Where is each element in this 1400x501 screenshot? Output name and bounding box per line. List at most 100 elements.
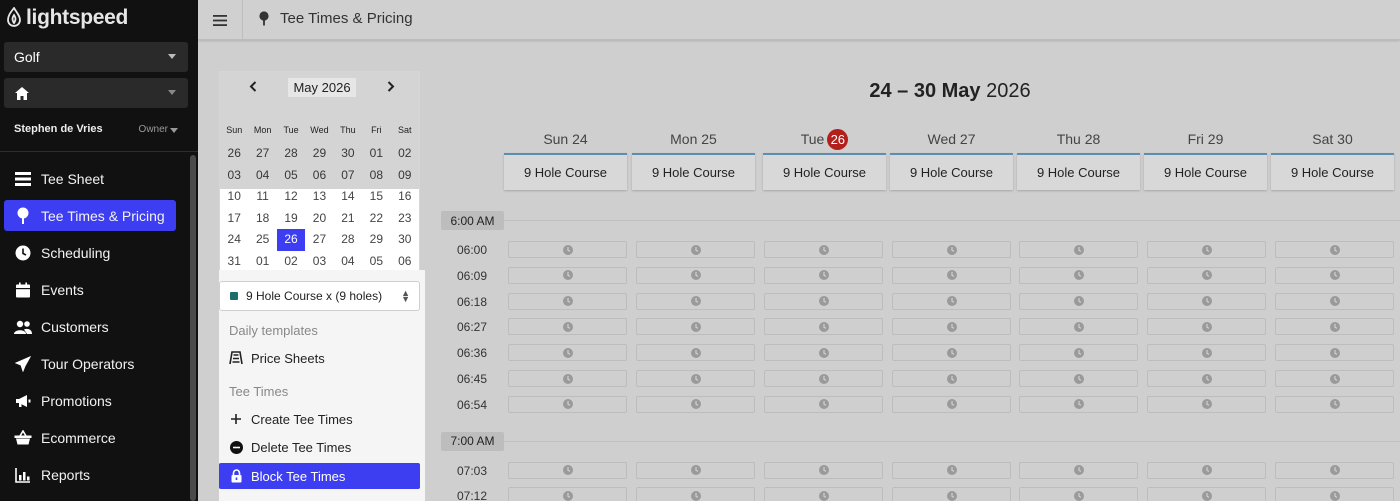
tee-time-slot[interactable] bbox=[1019, 318, 1138, 336]
tee-time-slot[interactable] bbox=[1147, 266, 1266, 284]
tee-time-slot[interactable] bbox=[1147, 292, 1266, 310]
tee-time-slot[interactable] bbox=[892, 318, 1011, 336]
tee-time-slot[interactable] bbox=[764, 292, 883, 310]
calendar-day[interactable]: 23 bbox=[391, 208, 419, 230]
calendar-day[interactable]: 29 bbox=[305, 143, 333, 165]
tee-time-slot[interactable] bbox=[1275, 292, 1394, 310]
tee-time-slot[interactable] bbox=[1275, 370, 1394, 387]
course-tab[interactable]: 9 Hole Course bbox=[504, 153, 627, 190]
calendar-day[interactable]: 19 bbox=[277, 208, 305, 230]
location-select[interactable] bbox=[4, 78, 188, 108]
sidebar-item-reports[interactable]: Reports bbox=[4, 459, 176, 490]
calendar-day-selected[interactable]: 26 bbox=[276, 229, 306, 251]
tee-time-slot[interactable] bbox=[508, 395, 627, 413]
tee-time-slot[interactable] bbox=[764, 487, 883, 501]
calendar-day[interactable]: 12 bbox=[277, 186, 305, 208]
tee-time-slot[interactable] bbox=[636, 318, 755, 336]
tee-time-slot[interactable] bbox=[508, 266, 627, 284]
venue-select[interactable]: Golf bbox=[4, 42, 188, 72]
sidebar-item-events[interactable]: Events bbox=[4, 274, 176, 305]
tee-time-slot[interactable] bbox=[1019, 370, 1138, 387]
tee-time-slot[interactable] bbox=[636, 266, 755, 284]
tee-time-slot[interactable] bbox=[636, 461, 755, 479]
tee-time-slot[interactable] bbox=[892, 395, 1011, 413]
user-menu[interactable]: Stephen de Vries Owner bbox=[14, 123, 184, 135]
tee-time-slot[interactable] bbox=[892, 292, 1011, 310]
course-tab[interactable]: 9 Hole Course bbox=[1017, 153, 1140, 190]
calendar-day[interactable]: 25 bbox=[248, 229, 276, 251]
tee-time-slot[interactable] bbox=[636, 370, 755, 387]
calendar-day[interactable]: 18 bbox=[248, 208, 276, 230]
tee-time-slot[interactable] bbox=[1019, 292, 1138, 310]
tee-time-slot[interactable] bbox=[892, 370, 1011, 387]
calendar-day[interactable]: 14 bbox=[334, 186, 362, 208]
calendar-day[interactable]: 27 bbox=[305, 229, 333, 251]
tee-time-slot[interactable] bbox=[636, 292, 755, 310]
tee-time-slot[interactable] bbox=[892, 461, 1011, 479]
next-month-button[interactable] bbox=[380, 76, 402, 96]
tee-time-slot[interactable] bbox=[764, 370, 883, 387]
tee-time-slot[interactable] bbox=[508, 241, 627, 258]
calendar-day[interactable]: 21 bbox=[334, 208, 362, 230]
create-tee-times-button[interactable]: Create Tee Times bbox=[219, 406, 420, 432]
sidebar-item-tee-times-pricing[interactable]: Tee Times & Pricing bbox=[4, 200, 176, 231]
calendar-day[interactable]: 28 bbox=[334, 229, 362, 251]
calendar-day[interactable]: 11 bbox=[248, 186, 276, 208]
tee-time-slot[interactable] bbox=[892, 487, 1011, 501]
calendar-day[interactable]: 01 bbox=[362, 143, 390, 165]
calendar-day[interactable]: 30 bbox=[334, 143, 362, 165]
tee-time-slot[interactable] bbox=[1275, 487, 1394, 501]
day-header[interactable]: Tue 26 bbox=[763, 128, 886, 150]
tee-time-slot[interactable] bbox=[892, 266, 1011, 284]
calendar-day[interactable]: 04 bbox=[334, 251, 362, 273]
calendar-day[interactable]: 30 bbox=[391, 229, 419, 251]
day-header[interactable]: Sun 24 bbox=[504, 128, 627, 150]
calendar-day[interactable]: 17 bbox=[220, 208, 248, 230]
calendar-day[interactable]: 02 bbox=[277, 251, 305, 273]
course-tab[interactable]: 9 Hole Course bbox=[632, 153, 755, 190]
tee-time-slot[interactable] bbox=[1275, 461, 1394, 479]
calendar-day[interactable]: 31 bbox=[220, 251, 248, 273]
tee-time-slot[interactable] bbox=[1147, 241, 1266, 258]
calendar-day[interactable]: 07 bbox=[334, 165, 362, 187]
day-header[interactable]: Sat 30 bbox=[1271, 128, 1394, 150]
tee-time-slot[interactable] bbox=[892, 344, 1011, 362]
tee-time-slot[interactable] bbox=[764, 266, 883, 284]
tee-time-slot[interactable] bbox=[508, 487, 627, 501]
calendar-day[interactable]: 05 bbox=[277, 165, 305, 187]
tee-time-slot[interactable] bbox=[1019, 487, 1138, 501]
tee-time-slot[interactable] bbox=[1275, 241, 1394, 258]
tee-time-slot[interactable] bbox=[764, 241, 883, 258]
tee-time-slot[interactable] bbox=[1019, 344, 1138, 362]
price-sheets-link[interactable]: Price Sheets bbox=[219, 345, 420, 371]
tee-time-slot[interactable] bbox=[1019, 266, 1138, 284]
tee-time-slot[interactable] bbox=[1147, 318, 1266, 336]
calendar-day[interactable]: 03 bbox=[305, 251, 333, 273]
calendar-day[interactable]: 27 bbox=[248, 143, 276, 165]
tee-time-slot[interactable] bbox=[508, 344, 627, 362]
sidebar-item-promotions[interactable]: Promotions bbox=[4, 385, 176, 416]
sidebar-item-tee-sheet[interactable]: Tee Sheet bbox=[4, 163, 176, 194]
calendar-day[interactable]: 06 bbox=[391, 251, 419, 273]
calendar-day[interactable]: 10 bbox=[220, 186, 248, 208]
calendar-day[interactable]: 06 bbox=[305, 165, 333, 187]
tee-time-slot[interactable] bbox=[764, 461, 883, 479]
tee-time-slot[interactable] bbox=[764, 344, 883, 362]
calendar-day[interactable]: 24 bbox=[220, 229, 248, 251]
day-header[interactable]: Mon 25 bbox=[632, 128, 755, 150]
course-tab[interactable]: 9 Hole Course bbox=[890, 153, 1013, 190]
sidebar-item-scheduling[interactable]: Scheduling bbox=[4, 237, 176, 268]
calendar-day[interactable]: 26 bbox=[220, 143, 248, 165]
tee-time-slot[interactable] bbox=[636, 241, 755, 258]
calendar-day[interactable]: 20 bbox=[305, 208, 333, 230]
tee-time-slot[interactable] bbox=[508, 292, 627, 310]
calendar-day[interactable]: 28 bbox=[277, 143, 305, 165]
calendar-day[interactable]: 02 bbox=[391, 143, 419, 165]
calendar-day[interactable]: 05 bbox=[362, 251, 390, 273]
tee-time-slot[interactable] bbox=[764, 318, 883, 336]
day-header[interactable]: Thu 28 bbox=[1017, 128, 1140, 150]
delete-tee-times-button[interactable]: Delete Tee Times bbox=[219, 434, 420, 460]
tee-time-slot[interactable] bbox=[1275, 318, 1394, 336]
calendar-day[interactable]: 04 bbox=[248, 165, 276, 187]
tee-time-slot[interactable] bbox=[1275, 344, 1394, 362]
